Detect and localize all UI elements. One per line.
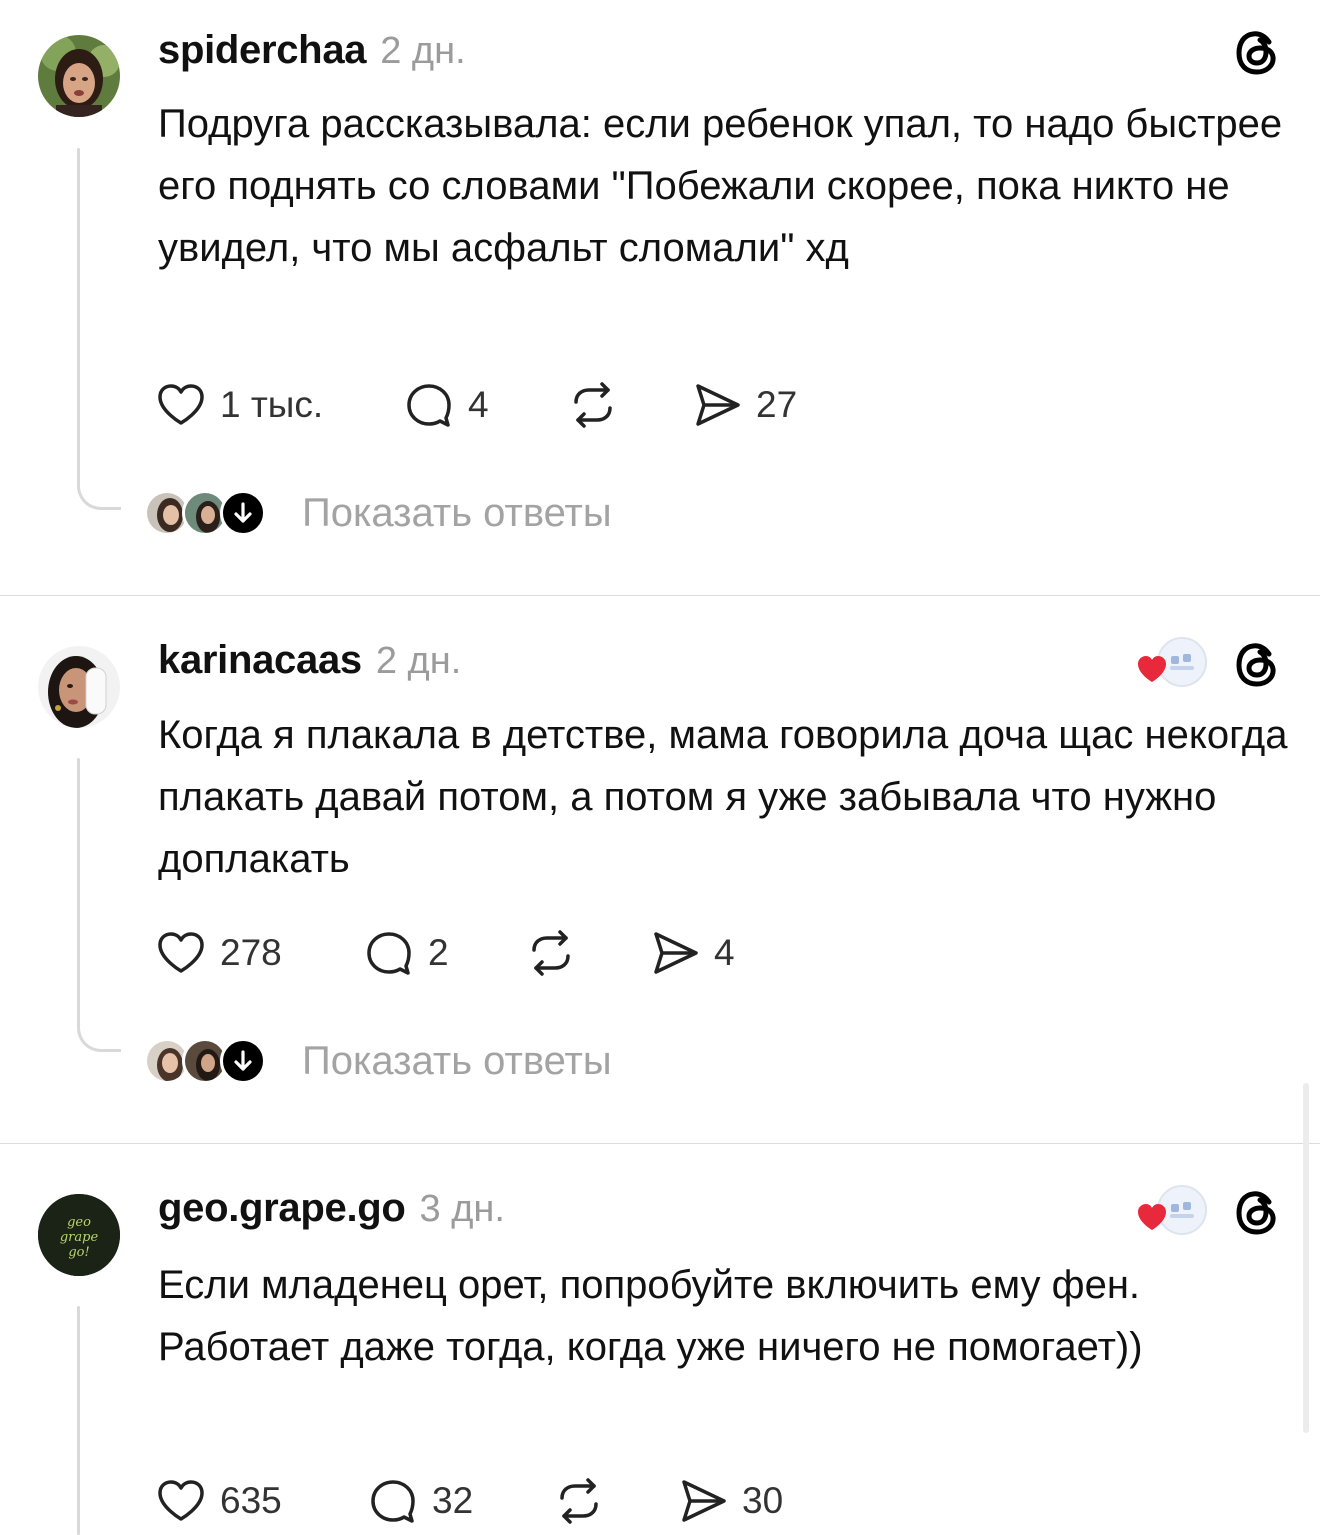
threads-logo-icon[interactable]	[1232, 28, 1282, 78]
thread-line	[77, 148, 80, 486]
comment-count: 2	[428, 932, 449, 973]
repost-button[interactable]	[568, 380, 618, 430]
heart-icon	[158, 932, 204, 973]
post-header: karinacaas 2 дн.	[158, 638, 461, 683]
post-time: 3 дн.	[419, 1188, 505, 1230]
avatar[interactable]: geo grape go!	[38, 1194, 120, 1276]
username[interactable]: spiderchaa	[158, 28, 367, 73]
send-icon	[682, 1480, 726, 1522]
like-count: 635	[220, 1480, 282, 1521]
send-icon	[696, 384, 740, 426]
show-replies-row[interactable]: Показать ответы	[144, 488, 744, 538]
thread-connector	[77, 484, 121, 510]
comment-bubble-icon	[371, 1480, 415, 1523]
repost-icon	[574, 382, 612, 428]
scrollbar[interactable]	[1303, 1083, 1309, 1433]
comment-post: geo grape go! geo.grape.go 3 дн. Если мл…	[0, 1144, 1320, 1535]
post-time: 2 дн.	[375, 640, 462, 682]
svg-text:grape: grape	[60, 1230, 99, 1245]
share-count: 27	[756, 384, 798, 425]
comment-post: karinacaas 2 дн. Когда я плакала в детст…	[0, 596, 1320, 1143]
username[interactable]: geo.grape.go	[158, 1186, 406, 1231]
comment-bubble-icon	[367, 932, 411, 975]
post-header: geo.grape.go 3 дн.	[158, 1186, 505, 1231]
thread-line	[77, 1306, 80, 1535]
repost-button[interactable]	[526, 928, 576, 978]
comment-bubble-icon	[407, 384, 451, 427]
avatar[interactable]	[38, 646, 120, 728]
post-text: Подруга рассказывала: если ребенок упал,…	[158, 102, 1283, 270]
heart-icon	[1138, 1204, 1166, 1230]
comment-post: spiderchaa 2 дн. Подруга рассказывала: е…	[0, 0, 1320, 595]
thread-connector	[77, 1026, 121, 1052]
avatar[interactable]	[38, 35, 120, 117]
share-button[interactable]: 4	[650, 928, 735, 978]
post-text: Когда я плакала в детстве, мама говорила…	[158, 713, 1288, 881]
heart-icon	[158, 384, 204, 425]
post-text: Если младенец орет, попробуйте включить …	[158, 1263, 1143, 1369]
comment-count: 4	[468, 384, 489, 425]
action-bar: 278 2 4	[156, 928, 1056, 978]
repost-icon	[532, 930, 570, 976]
post-header: spiderchaa 2 дн.	[158, 28, 466, 73]
heart-icon	[1138, 656, 1166, 682]
like-count: 1 тыс.	[220, 384, 324, 425]
heart-icon	[158, 1480, 204, 1521]
like-button[interactable]: 278	[156, 928, 282, 978]
action-bar: 1 тыс. 4 27	[156, 380, 1056, 430]
like-button[interactable]: 1 тыс.	[156, 380, 323, 430]
share-button[interactable]: 30	[678, 1476, 783, 1526]
share-button[interactable]: 27	[692, 380, 797, 430]
threads-logo-icon[interactable]	[1232, 640, 1282, 690]
send-icon	[654, 932, 698, 974]
like-button[interactable]: 635	[156, 1476, 282, 1526]
share-count: 30	[742, 1480, 784, 1521]
author-like-indicator	[1136, 1184, 1208, 1236]
svg-text:go!: go!	[68, 1245, 89, 1260]
username[interactable]: karinacaas	[158, 638, 362, 683]
comment-button[interactable]: 2	[364, 928, 449, 978]
action-bar: 635 32 30	[156, 1476, 1056, 1526]
show-replies-link[interactable]: Показать ответы	[302, 1036, 612, 1086]
post-time: 2 дн.	[380, 30, 466, 72]
comment-button[interactable]: 4	[404, 380, 489, 430]
comment-count: 32	[432, 1480, 474, 1521]
comment-button[interactable]: 32	[368, 1476, 473, 1526]
repost-button[interactable]	[554, 1476, 604, 1526]
share-count: 4	[714, 932, 735, 973]
avatar-logo-text: geo	[67, 1215, 91, 1230]
repost-icon	[560, 1478, 598, 1524]
author-like-indicator	[1136, 636, 1208, 688]
thread-line	[77, 758, 80, 1028]
show-replies-row[interactable]: Показать ответы	[144, 1036, 744, 1086]
like-count: 278	[220, 932, 282, 973]
arrow-down-icon[interactable]	[220, 490, 266, 536]
threads-logo-icon[interactable]	[1232, 1188, 1282, 1238]
show-replies-link[interactable]: Показать ответы	[302, 488, 612, 538]
arrow-down-icon[interactable]	[220, 1038, 266, 1084]
